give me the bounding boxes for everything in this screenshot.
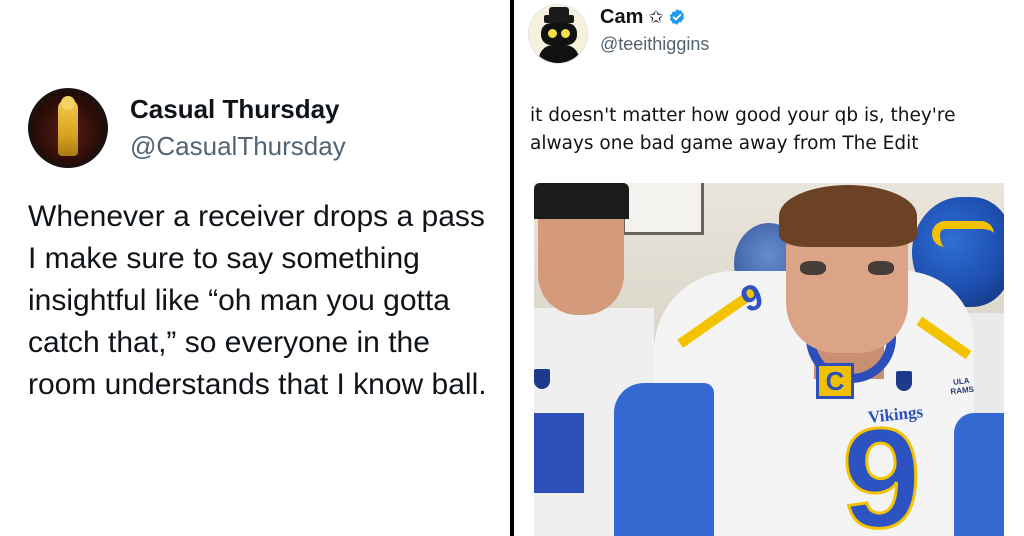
avatar-eye-right xyxy=(561,29,570,38)
user-handle[interactable]: @CasualThursday xyxy=(130,129,346,163)
display-name[interactable]: Cam xyxy=(600,4,643,30)
tweet-card-right: Cam ✩ @teeithiggins it doesn't matter ho… xyxy=(514,0,1024,536)
verified-badge-icon xyxy=(670,9,685,25)
avatar-face xyxy=(541,23,577,45)
avatar-figure-head xyxy=(61,96,75,110)
jersey-sleeve-right xyxy=(954,413,1004,536)
tweet-photo[interactable]: 9 C ULA RAMS Vikings 9 xyxy=(534,183,1004,536)
eye-black-left xyxy=(800,261,826,275)
tweet-header: Cam ✩ @teeithiggins xyxy=(528,4,709,64)
avatar-hat-brim xyxy=(544,15,574,23)
name-row: Cam ✩ xyxy=(600,4,709,30)
avatar-eye-left xyxy=(548,29,557,38)
photo-player-main: 9 C ULA RAMS Vikings 9 xyxy=(614,183,1004,536)
player-left-face xyxy=(538,215,624,315)
nfl-shield xyxy=(896,371,912,391)
tweet-header: Casual Thursday @CasualThursday xyxy=(28,88,346,168)
avatar[interactable] xyxy=(28,88,108,168)
avatar-body xyxy=(539,45,579,63)
tweet-text: it doesn't matter how good your qb is, t… xyxy=(530,105,956,154)
captain-patch: C xyxy=(816,363,854,399)
tweet-text: Whenever a receiver drops a pass I make … xyxy=(28,200,487,401)
eye-black-right xyxy=(868,261,894,275)
player-left-sleeve xyxy=(534,413,584,493)
player-hair xyxy=(779,185,917,247)
author-block: Cam ✩ @teeithiggins xyxy=(600,4,709,56)
user-handle[interactable]: @teeithiggins xyxy=(600,32,709,56)
jersey-number: 9 xyxy=(841,399,923,536)
display-name[interactable]: Casual Thursday xyxy=(130,93,346,125)
avatar[interactable] xyxy=(528,4,588,64)
author-block: Casual Thursday @CasualThursday xyxy=(130,93,346,163)
nfl-shield-left xyxy=(534,369,550,389)
star-emoji: ✩ xyxy=(648,7,664,27)
jersey-tag: ULA RAMS xyxy=(949,376,974,396)
tweet-card-left: Casual Thursday @CasualThursday Whenever… xyxy=(0,0,510,536)
jersey-sleeve-left xyxy=(614,383,714,536)
